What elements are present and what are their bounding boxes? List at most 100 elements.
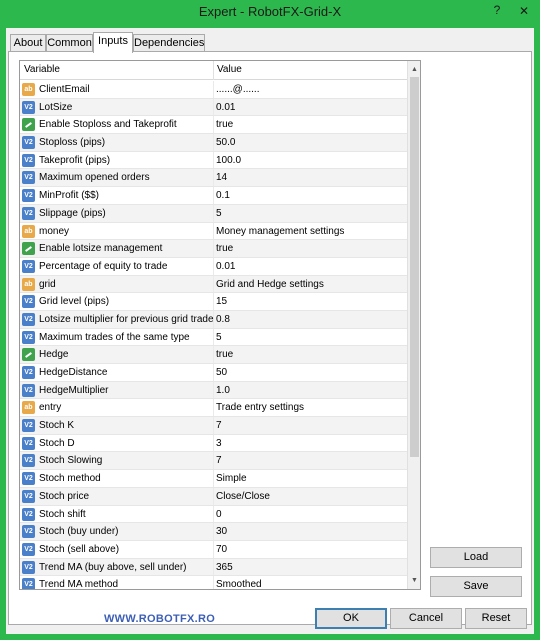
table-row[interactable]: V2 Stoploss (pips) 50.0: [20, 134, 407, 152]
variable-value[interactable]: 0.1: [216, 190, 230, 201]
table-row[interactable]: ab ClientEmail ......@......: [20, 81, 407, 99]
variable-value[interactable]: ......@......: [216, 84, 260, 95]
variable-value[interactable]: 100.0: [216, 155, 241, 166]
variable-value[interactable]: 365: [216, 562, 233, 573]
column-divider: [213, 523, 214, 540]
table-row[interactable]: V2 Takeprofit (pips) 100.0: [20, 151, 407, 170]
header-value[interactable]: Value: [217, 64, 242, 75]
variable-name: MinProfit ($$): [39, 190, 100, 202]
table-row[interactable]: V2 Stoch D 3: [20, 434, 407, 453]
variable-value[interactable]: true: [216, 243, 233, 254]
table-row[interactable]: V2 Lotsize multiplier for previous grid t…: [20, 310, 407, 329]
tab-inputs[interactable]: Inputs: [93, 32, 133, 53]
table-row[interactable]: V2 HedgeDistance 50: [20, 364, 407, 382]
variable-value[interactable]: 0.01: [216, 102, 235, 113]
reset-button[interactable]: Reset: [465, 608, 527, 629]
table-row[interactable]: Enable Stoploss and Takeprofit true: [20, 116, 407, 135]
table-row[interactable]: Enable lotsize management true: [20, 240, 407, 258]
variable-value[interactable]: Smoothed: [216, 579, 262, 589]
variable-name: Slippage (pips): [39, 207, 106, 219]
variable-value[interactable]: 1.0: [216, 385, 230, 396]
table-row[interactable]: V2 Maximum opened orders 14: [20, 169, 407, 188]
brand-link[interactable]: WWW.ROBOTFX.RO: [104, 613, 215, 625]
variable-value[interactable]: Close/Close: [216, 491, 270, 502]
table-row[interactable]: ab money Money management settings: [20, 222, 407, 241]
numeric-type-icon: V2: [22, 366, 35, 379]
table-row[interactable]: V2 Stoch (sell above) 70: [20, 540, 407, 559]
header-variable[interactable]: Variable: [24, 64, 60, 75]
table-row[interactable]: ab grid Grid and Hedge settings: [20, 275, 407, 294]
table-row[interactable]: V2 Stoch (buy under) 30: [20, 523, 407, 541]
header-divider[interactable]: [213, 61, 214, 80]
table-row[interactable]: V2 Stoch method Simple: [20, 470, 407, 488]
variable-value[interactable]: 5: [216, 332, 222, 343]
save-button[interactable]: Save: [430, 576, 522, 597]
variable-value[interactable]: 30: [216, 526, 227, 537]
variable-name: HedgeDistance: [39, 367, 108, 378]
variable-value[interactable]: 7: [216, 455, 222, 466]
variable-value[interactable]: Simple: [216, 473, 247, 484]
table-row[interactable]: V2 Trend MA (buy above, sell under) 365: [20, 558, 407, 577]
table-row[interactable]: V2 Slippage (pips) 5: [20, 204, 407, 223]
close-button[interactable]: ✕: [510, 1, 538, 21]
table-row[interactable]: Hedge true: [20, 346, 407, 364]
variable-name: Stoch Slowing: [39, 455, 103, 467]
numeric-type-icon: V2: [22, 295, 35, 309]
variable-value[interactable]: 7: [216, 420, 222, 431]
tab-common[interactable]: Common: [46, 34, 93, 52]
variable-value[interactable]: 50: [216, 367, 227, 378]
variable-value[interactable]: 0: [216, 509, 222, 520]
variable-name: entry: [39, 402, 62, 414]
numeric-type-icon: V2: [22, 312, 35, 326]
scroll-down-icon[interactable]: ▼: [408, 574, 420, 587]
table-row[interactable]: V2 Maximum trades of the same type 5: [20, 328, 407, 347]
variable-value[interactable]: true: [216, 349, 233, 360]
variable-value[interactable]: 50.0: [216, 137, 235, 148]
variable-value[interactable]: 5: [216, 208, 222, 219]
variable-value[interactable]: Trade entry settings: [216, 402, 304, 413]
variable-value[interactable]: Money management settings: [216, 226, 344, 237]
variable-name: ClientEmail: [39, 84, 90, 95]
column-divider: [213, 576, 214, 589]
table-row[interactable]: V2 Stoch shift 0: [20, 505, 407, 524]
column-divider: [213, 487, 214, 505]
variable-value[interactable]: 70: [216, 544, 227, 555]
cancel-button[interactable]: Cancel: [390, 608, 462, 629]
table-row[interactable]: V2 MinProfit ($$) 0.1: [20, 187, 407, 205]
vertical-scrollbar[interactable]: ▲ ▼: [407, 61, 420, 589]
variable-value[interactable]: 3: [216, 438, 222, 449]
load-button[interactable]: Load: [430, 547, 522, 568]
variable-value[interactable]: 0.8: [216, 314, 230, 325]
numeric-type-icon: V2: [22, 560, 35, 574]
table-row[interactable]: V2 Percentage of equity to trade 0.01: [20, 257, 407, 276]
window-title: Expert - RobotFX-Grid-X: [198, 4, 342, 19]
scroll-up-icon[interactable]: ▲: [408, 63, 420, 76]
tab-about[interactable]: About: [10, 34, 46, 52]
variable-name: Stoch shift: [39, 508, 86, 520]
string-type-icon: ab: [22, 83, 35, 96]
ok-button[interactable]: OK: [315, 608, 387, 629]
table-row[interactable]: V2 HedgeMultiplier 1.0: [20, 381, 407, 400]
expert-window: Expert - RobotFX-Grid-X ? ✕ About Common…: [0, 0, 540, 640]
column-divider: [213, 81, 214, 98]
numeric-type-icon: V2: [22, 259, 35, 273]
variable-value[interactable]: 15: [216, 296, 227, 307]
title-bar[interactable]: Expert - RobotFX-Grid-X ? ✕: [0, 0, 540, 24]
numeric-type-icon: V2: [22, 454, 35, 468]
column-divider: [213, 470, 214, 487]
table-row[interactable]: V2 Stoch price Close/Close: [20, 487, 407, 506]
table-row[interactable]: ab entry Trade entry settings: [20, 399, 407, 418]
table-row[interactable]: V2 Grid level (pips) 15: [20, 293, 407, 311]
variable-value[interactable]: Grid and Hedge settings: [216, 279, 324, 290]
table-row[interactable]: V2 Stoch Slowing 7: [20, 452, 407, 471]
table-row[interactable]: V2 Stoch K 7: [20, 417, 407, 435]
scroll-thumb[interactable]: [410, 77, 419, 457]
help-button[interactable]: ?: [486, 0, 508, 20]
table-row[interactable]: V2 LotSize 0.01: [20, 98, 407, 117]
variable-value[interactable]: 0.01: [216, 261, 235, 272]
variable-value[interactable]: true: [216, 119, 233, 130]
column-divider: [213, 364, 214, 381]
table-row[interactable]: V2 Trend MA method Smoothed: [20, 576, 407, 589]
variable-value[interactable]: 14: [216, 172, 227, 183]
tab-dependencies[interactable]: Dependencies: [133, 34, 205, 52]
